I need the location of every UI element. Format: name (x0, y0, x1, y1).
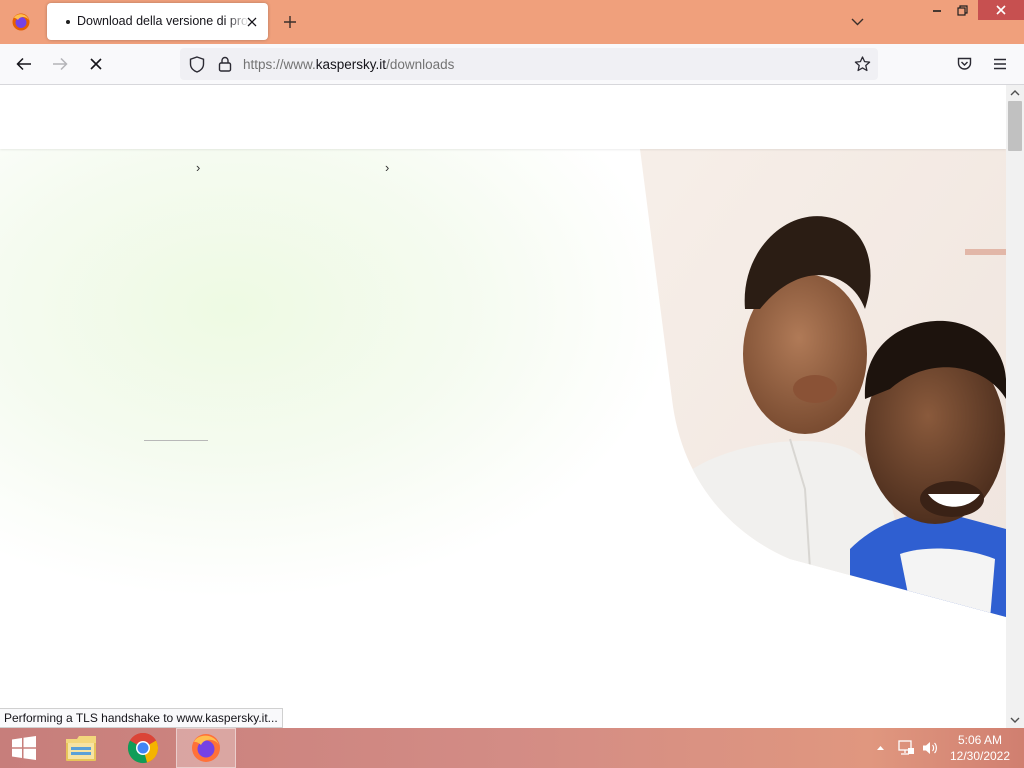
chevron-down-icon (851, 18, 863, 26)
windows-logo-icon (12, 736, 36, 760)
breadcrumb-separator: › (196, 160, 201, 175)
windows-taskbar: 5:06 AM 12/30/2022 (0, 728, 1024, 768)
tab-title: Download della versione di prova gratuit… (77, 14, 249, 28)
arrow-right-icon (53, 57, 68, 71)
address-bar[interactable]: https://www.kaspersky.it/downloads (180, 48, 878, 80)
stop-x-icon (90, 58, 102, 70)
taskbar-file-explorer[interactable] (51, 728, 111, 768)
network-tray-icon[interactable] (896, 739, 916, 757)
pocket-button[interactable] (950, 50, 978, 78)
chevron-up-icon (876, 746, 884, 750)
active-tab[interactable]: Download della versione di prova gratuit… (47, 3, 268, 40)
new-tab-button[interactable] (279, 11, 301, 33)
close-window-button[interactable] (978, 0, 1024, 20)
page-scrollbar[interactable] (1006, 85, 1024, 728)
system-clock[interactable]: 5:06 AM 12/30/2022 (944, 732, 1016, 764)
show-hidden-icons-button[interactable] (874, 739, 886, 757)
url-text[interactable]: https://www.kaspersky.it/downloads (243, 57, 454, 72)
back-button[interactable] (10, 50, 38, 78)
minimize-icon (933, 10, 941, 12)
pocket-icon (957, 57, 971, 70)
navigation-toolbar: https://www.kaspersky.it/downloads (0, 44, 1024, 85)
padlock-icon[interactable] (215, 54, 235, 74)
scroll-down-arrow-icon[interactable] (1006, 712, 1024, 728)
taskbar-google-chrome[interactable] (113, 728, 173, 768)
breadcrumb-separator: › (385, 160, 390, 175)
hero-section: › › (0, 149, 1006, 728)
bookmark-star-icon[interactable] (852, 54, 872, 74)
hero-photo-father-child (640, 149, 1006, 617)
tab-loading-dot-icon (66, 20, 70, 24)
url-path: /downloads (386, 57, 455, 72)
restore-icon (956, 4, 968, 16)
tab-close-icon[interactable] (244, 14, 260, 30)
minimize-button[interactable] (926, 0, 948, 20)
taskbar-firefox[interactable] (176, 728, 236, 768)
arrow-left-icon (16, 57, 31, 71)
volume-tray-icon[interactable] (920, 739, 940, 757)
chrome-icon (127, 732, 159, 764)
hero-link-underline (144, 440, 208, 441)
scroll-up-arrow-icon[interactable] (1006, 85, 1024, 101)
tab-strip: Download della versione di prova gratuit… (0, 0, 1024, 44)
status-text: Performing a TLS handshake to www.kasper… (0, 708, 283, 728)
clock-date: 12/30/2022 (949, 749, 1011, 763)
url-prefix: https://www. (243, 57, 316, 72)
clock-time: 5:06 AM (957, 733, 1003, 747)
file-explorer-icon (66, 736, 96, 761)
hamburger-menu-icon (994, 58, 1006, 70)
plus-icon (284, 16, 296, 28)
firefox-logo-icon (12, 13, 30, 31)
start-button[interactable] (0, 728, 48, 768)
firefox-icon (192, 734, 220, 762)
scrollbar-thumb[interactable] (1008, 101, 1022, 151)
tracking-protection-shield-icon[interactable] (187, 54, 207, 74)
page-viewport: › › (0, 85, 1006, 728)
restore-button[interactable] (950, 0, 974, 20)
site-header (0, 85, 1006, 149)
url-domain: kaspersky.it (315, 57, 387, 72)
close-icon (996, 5, 1006, 15)
list-all-tabs-button[interactable] (846, 12, 868, 32)
stop-loading-button[interactable] (82, 50, 110, 78)
forward-button[interactable] (46, 50, 74, 78)
firefox-view-button[interactable] (0, 0, 42, 44)
app-menu-button[interactable] (986, 50, 1014, 78)
